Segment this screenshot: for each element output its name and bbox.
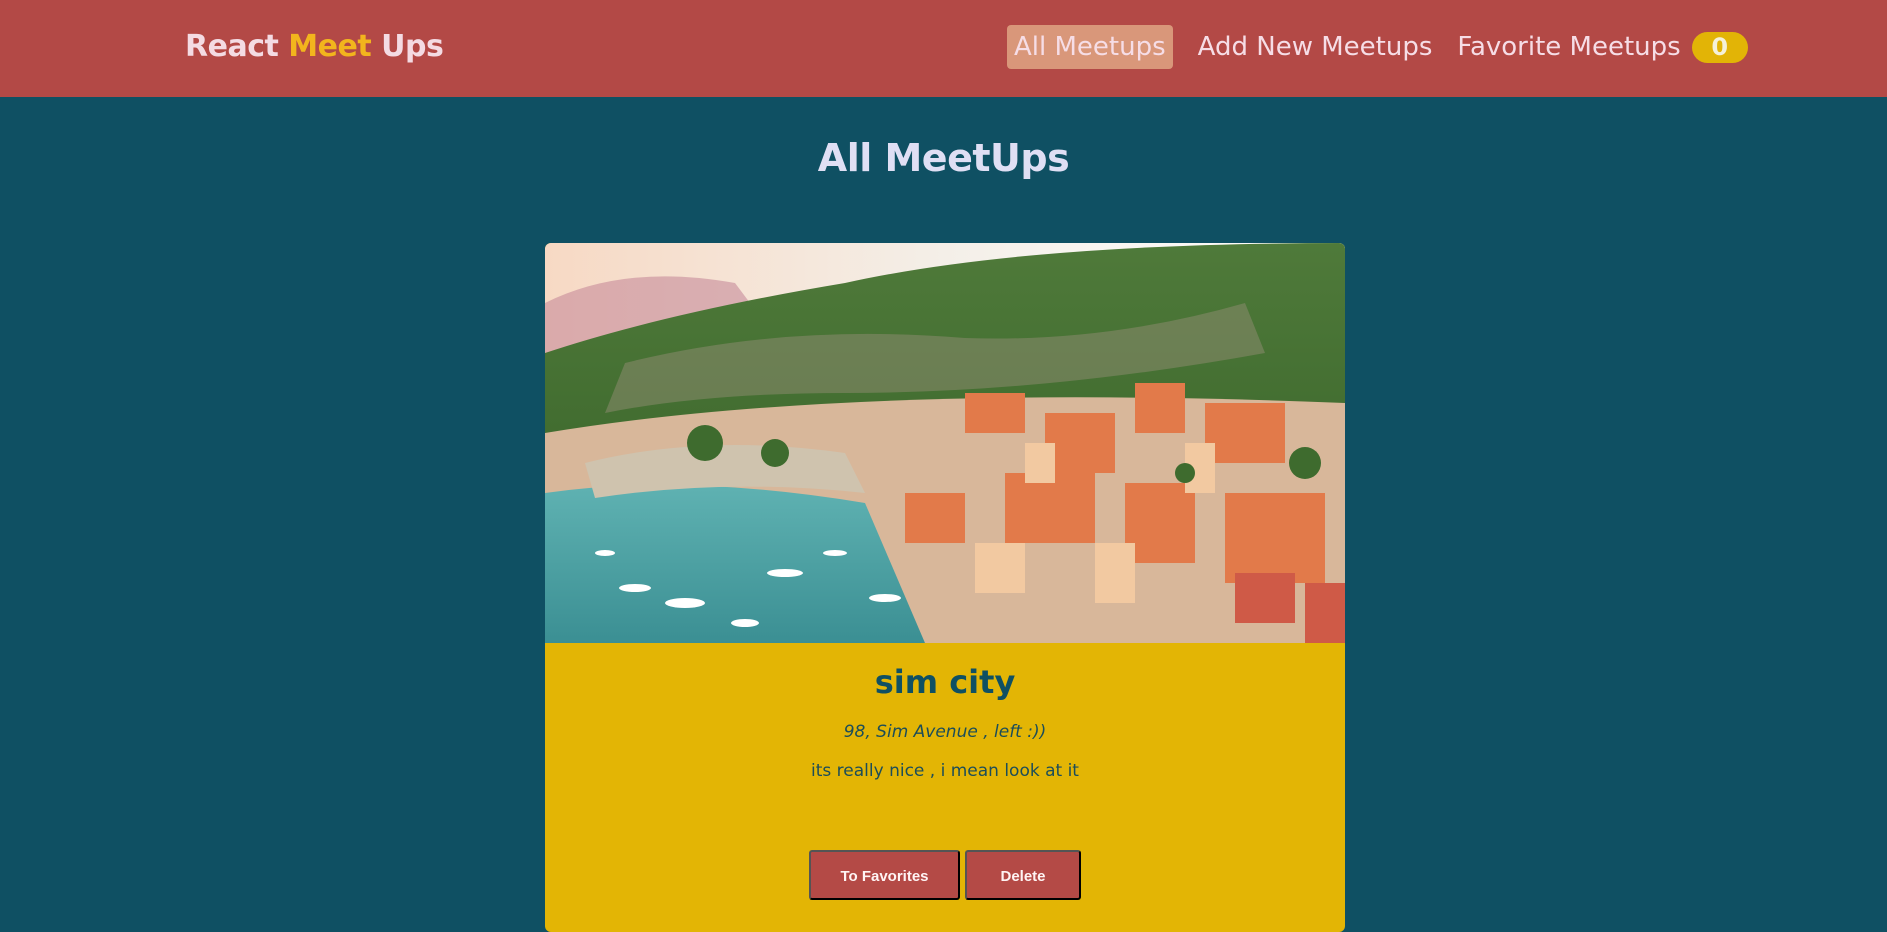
top-navigation-bar: React Meet Ups All Meetups Add New Meetu… bbox=[0, 0, 1887, 97]
logo-part-ups: Ups bbox=[381, 29, 444, 64]
logo-part-meet: Meet bbox=[288, 29, 372, 64]
meetup-description: its really nice , i mean look at it bbox=[811, 761, 1079, 781]
meetup-actions: To Favorites Delete bbox=[809, 850, 1081, 900]
meetup-address: 98, Sim Avenue , left :)) bbox=[843, 722, 1047, 742]
nav-link-all-meetups[interactable]: All Meetups bbox=[1007, 25, 1173, 69]
meetup-title: sim city bbox=[874, 663, 1016, 701]
meetup-image bbox=[545, 243, 1345, 643]
nav-link-add-new-meetups[interactable]: Add New Meetups bbox=[1198, 25, 1433, 69]
favorite-meetups-label: Favorite Meetups bbox=[1457, 32, 1681, 62]
to-favorites-button[interactable]: To Favorites bbox=[809, 850, 960, 900]
main-nav: All Meetups Add New Meetups Favorite Mee… bbox=[1007, 25, 1748, 69]
meetup-card: sim city 98, Sim Avenue , left :)) its r… bbox=[545, 243, 1345, 932]
nav-link-favorite-meetups[interactable]: Favorite Meetups 0 bbox=[1457, 25, 1748, 69]
favorites-count-badge: 0 bbox=[1691, 32, 1748, 63]
delete-button[interactable]: Delete bbox=[965, 850, 1081, 900]
logo-part-react: React bbox=[185, 29, 279, 64]
page-title: All MeetUps bbox=[817, 136, 1070, 180]
app-logo[interactable]: React Meet Ups bbox=[185, 29, 444, 64]
